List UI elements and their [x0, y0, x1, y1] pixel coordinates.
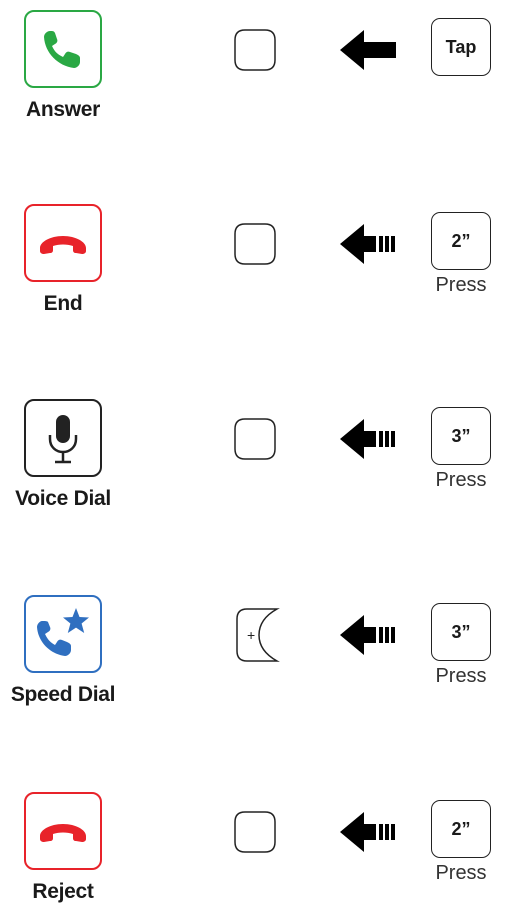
arrow-hold	[340, 812, 396, 852]
function-label: Reject	[32, 880, 94, 903]
action-key: 3”	[431, 407, 491, 465]
arrow-tap	[340, 30, 396, 70]
round-button	[233, 28, 277, 72]
function-label: Voice Dial	[15, 487, 111, 510]
press-label: Press	[435, 469, 487, 491]
action-key: Tap	[431, 18, 491, 76]
arrow-hold	[340, 224, 396, 264]
hang-up-icon	[24, 204, 102, 282]
speed-dial-icon	[24, 595, 102, 673]
row-voice-dial: Voice Dial 3” Press	[0, 399, 510, 519]
plus-button: +	[233, 607, 281, 663]
round-button	[233, 417, 277, 461]
function-label: End	[43, 292, 83, 315]
action-key: 3”	[431, 603, 491, 661]
function-label: Speed Dial	[10, 683, 116, 706]
microphone-icon	[24, 399, 102, 477]
phone-icon	[24, 10, 102, 88]
action-key: 2”	[431, 800, 491, 858]
round-button	[233, 810, 277, 854]
row-speed-dial: Speed Dial + 3” Press	[0, 595, 510, 715]
hang-up-icon	[24, 792, 102, 870]
row-end: End 2” Press	[0, 204, 510, 324]
round-button	[233, 222, 277, 266]
press-label: Press	[435, 274, 487, 296]
function-label: Answer	[25, 98, 101, 121]
press-label: Press	[435, 862, 487, 884]
row-answer: Answer Tap	[0, 10, 510, 130]
plus-symbol: +	[247, 627, 255, 643]
arrow-hold	[340, 419, 396, 459]
press-label: Press	[435, 665, 487, 687]
action-key: 2”	[431, 212, 491, 270]
arrow-hold	[340, 615, 396, 655]
row-reject: Reject 2” Press	[0, 792, 510, 912]
